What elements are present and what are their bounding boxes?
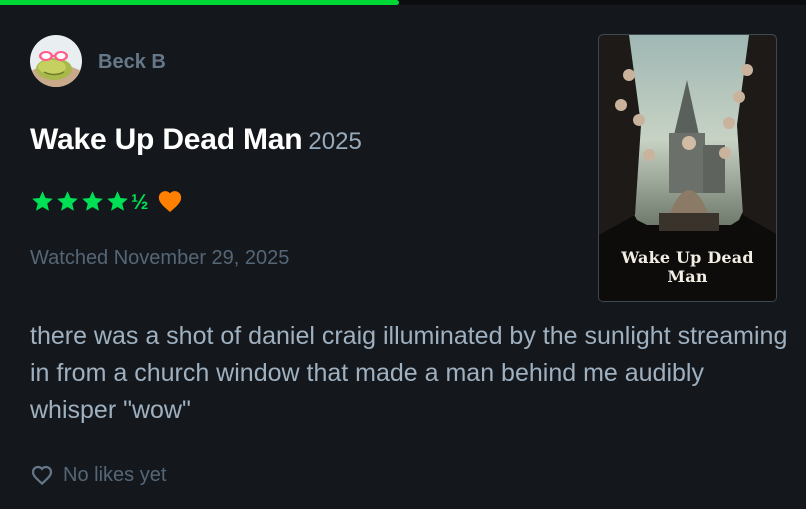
star-icon	[107, 190, 128, 211]
liked-heart-icon	[158, 191, 181, 213]
progress-bar-fill	[0, 0, 399, 5]
film-poster[interactable]: Wake Up Dead Man	[598, 34, 777, 302]
star-icon	[82, 190, 103, 211]
film-year[interactable]: 2025	[308, 128, 361, 155]
star-rating: ½	[30, 189, 149, 214]
heart-outline-icon	[31, 465, 53, 486]
username[interactable]: Beck B	[98, 51, 166, 74]
frog-avatar-icon	[30, 35, 82, 87]
review-text: there was a shot of daniel craig illumin…	[30, 322, 788, 424]
likes-count: No likes yet	[63, 463, 167, 486]
star-icon	[32, 190, 53, 211]
poster-title: Wake Up Dead Man	[621, 248, 754, 286]
watched-date: Watched November 29, 2025	[30, 247, 290, 269]
avatar[interactable]	[30, 35, 82, 87]
film-heading: Wake Up Dead Man 2025	[30, 123, 362, 157]
rating: ½	[30, 186, 183, 216]
film-title[interactable]: Wake Up Dead Man	[30, 123, 303, 156]
progress-bar	[0, 0, 806, 5]
like-button[interactable]: No likes yet	[30, 461, 166, 489]
half-star: ½	[131, 190, 149, 214]
star-icon	[57, 190, 78, 211]
